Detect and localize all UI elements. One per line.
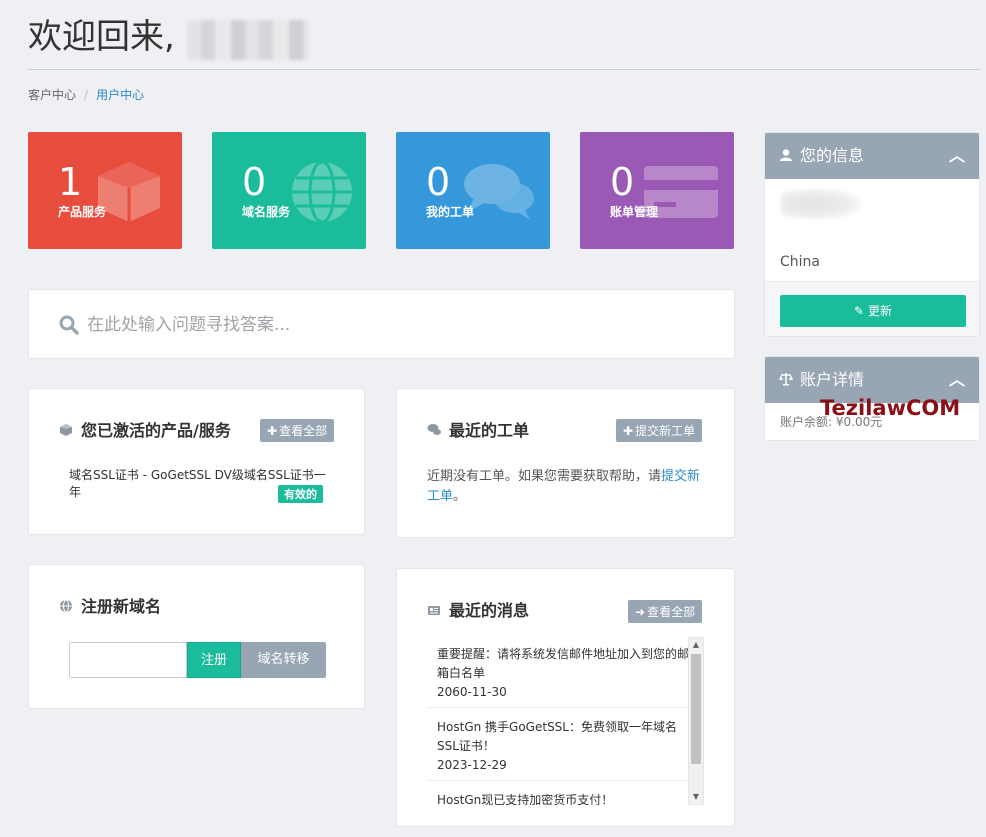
recent-tickets-panel: 最近的工单 ✚ 提交新工单 近期没有工单。如果您需要获取帮助，请提交新工单。 xyxy=(396,388,735,538)
update-button[interactable]: ✎ 更新 xyxy=(780,295,966,327)
page-header: 欢迎回来, xyxy=(28,14,980,70)
news-title: HostGn现已支持加密货币支付！ xyxy=(437,793,614,805)
scrollbar-thumb[interactable] xyxy=(691,654,701,764)
pencil-icon: ✎ xyxy=(854,304,865,318)
tile-products-count: 1 xyxy=(58,160,83,204)
panel-title: 您已激活的产品/服务 xyxy=(81,421,231,440)
news-list: 重要提醒：请将系统发信邮件地址加入到您的邮箱白名单 2060-11-30 Hos… xyxy=(427,635,689,805)
no-tickets-message: 近期没有工单。如果您需要获取帮助，请提交新工单。 xyxy=(427,467,707,507)
status-badge: 有效的 xyxy=(278,485,323,503)
no-tickets-end: 。 xyxy=(453,489,467,504)
panel-title: 注册新域名 xyxy=(81,597,162,616)
tile-tickets[interactable]: 0 我的工单 xyxy=(396,132,550,249)
scroll-up-arrow-icon[interactable]: ▲ xyxy=(689,638,703,652)
account-details-title: 账户详情 xyxy=(800,370,865,389)
tile-domains-count: 0 xyxy=(242,160,267,204)
register-domain-panel: 注册新域名 注册 域名转移 xyxy=(28,564,365,709)
submit-ticket-label: 提交新工单 xyxy=(635,424,696,438)
news-title: 重要提醒：请将系统发信邮件地址加入到您的邮箱白名单 xyxy=(437,647,689,680)
submit-ticket-button[interactable]: ✚ 提交新工单 xyxy=(616,419,703,442)
blurred-username xyxy=(186,20,309,60)
tile-domains[interactable]: 0 域名服务 xyxy=(212,132,366,249)
news-title: HostGn 携手GoGetSSL：免费领取一年域名SSL证书！ xyxy=(437,720,677,753)
search-icon xyxy=(59,315,79,335)
your-info-header[interactable]: 您的信息 ︿ xyxy=(765,133,979,179)
panel-title: 最近的消息 xyxy=(449,601,530,620)
domain-input[interactable] xyxy=(69,642,187,678)
news-scrollbar[interactable]: ▲ ▼ xyxy=(688,637,704,805)
panel-title: 最近的工单 xyxy=(449,421,530,440)
user-icon xyxy=(780,149,792,161)
tile-billing-label: 账单管理 xyxy=(610,205,659,219)
plus-icon: ✚ xyxy=(623,424,634,438)
panel-header: 注册新域名 xyxy=(59,593,161,617)
panel-header: 您已激活的产品/服务 xyxy=(59,417,231,441)
breadcrumb-client-center[interactable]: 客户中心 xyxy=(28,88,76,102)
watermark-text: TezilawCOM xyxy=(820,396,961,420)
tile-tickets-label: 我的工单 xyxy=(426,205,475,219)
tile-domains-label: 域名服务 xyxy=(242,205,291,219)
breadcrumb-separator: / xyxy=(84,88,89,102)
view-all-products-button[interactable]: ✚ 查看全部 xyxy=(260,419,335,442)
arrow-right-icon: ➜ xyxy=(635,605,646,619)
update-label: 更新 xyxy=(867,304,892,318)
tile-billing-count: 0 xyxy=(610,160,635,204)
breadcrumb: 客户中心 / 用户中心 xyxy=(28,86,144,103)
transfer-button[interactable]: 域名转移 xyxy=(241,642,326,678)
tile-billing[interactable]: 0 账单管理 xyxy=(580,132,734,249)
register-button[interactable]: 注册 xyxy=(187,642,241,678)
tile-products[interactable]: 1 产品服务 xyxy=(28,132,182,249)
news-date: 2060-11-30 xyxy=(437,685,507,699)
news-date: 2023-12-29 xyxy=(437,758,507,772)
your-info-panel: 您的信息 ︿ China ✎ 更新 xyxy=(764,132,980,337)
balance-scale-icon xyxy=(779,373,793,386)
your-info-footer: ✎ 更新 xyxy=(765,281,979,336)
search-input[interactable] xyxy=(87,308,707,342)
news-item[interactable]: 重要提醒：请将系统发信邮件地址加入到您的邮箱白名单 2060-11-30 xyxy=(427,635,689,708)
globe-icon xyxy=(60,599,72,613)
no-tickets-text: 近期没有工单。如果您需要获取帮助，请 xyxy=(427,469,662,484)
page-title: 欢迎回来, xyxy=(28,17,175,57)
panel-header: 最近的消息 xyxy=(427,597,529,621)
blurred-user-info xyxy=(781,189,861,219)
comments-icon xyxy=(427,424,441,435)
view-all-label: 查看全部 xyxy=(647,605,696,619)
active-products-panel: 您已激活的产品/服务 ✚ 查看全部 域名SSL证书 - GoGetSSL DV级域… xyxy=(28,388,365,535)
news-item[interactable]: HostGn 携手GoGetSSL：免费领取一年域名SSL证书！ 2023-12… xyxy=(427,708,689,781)
your-info-title: 您的信息 xyxy=(800,146,865,165)
tile-tickets-count: 0 xyxy=(426,160,451,204)
tile-products-label: 产品服务 xyxy=(58,205,107,219)
scroll-down-arrow-icon[interactable]: ▼ xyxy=(689,790,703,804)
news-item[interactable]: HostGn现已支持加密货币支付！ xyxy=(427,781,689,805)
panel-header: 最近的工单 xyxy=(427,417,529,441)
knowledgebase-search xyxy=(28,289,735,359)
cube-icon xyxy=(60,424,72,436)
country-text: China xyxy=(780,254,820,270)
chevron-up-icon[interactable]: ︿ xyxy=(949,133,965,179)
view-all-label: 查看全部 xyxy=(279,424,328,438)
breadcrumb-user-center: 用户中心 xyxy=(96,88,145,102)
recent-news-panel: 最近的消息 ➜ 查看全部 重要提醒：请将系统发信邮件地址加入到您的邮箱白名单 20… xyxy=(396,568,735,827)
newspaper-icon xyxy=(428,606,440,615)
plus-icon: ✚ xyxy=(267,424,278,438)
view-all-news-button[interactable]: ➜ 查看全部 xyxy=(628,600,703,623)
